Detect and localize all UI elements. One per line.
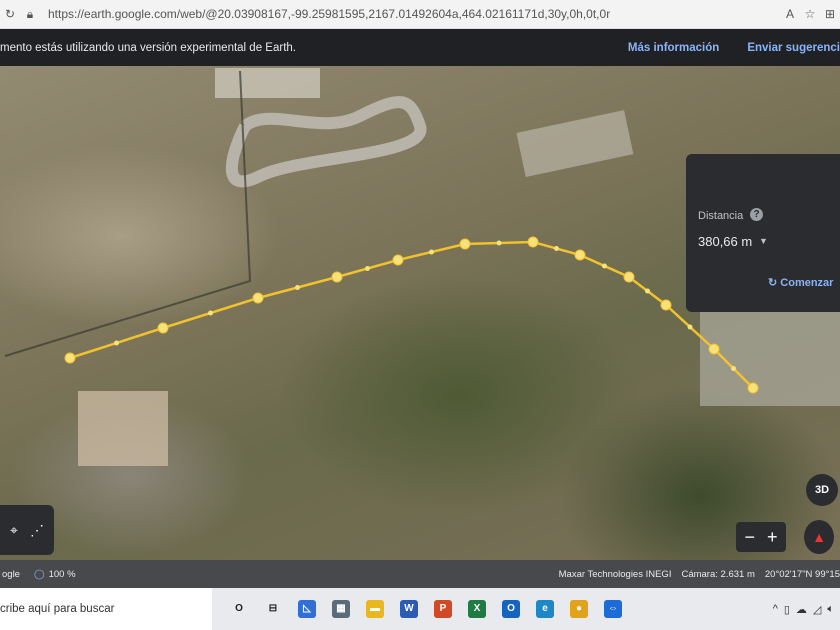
- taskbar-chrome[interactable]: ●: [562, 588, 596, 630]
- search-placeholder: cribe aquí para buscar: [0, 603, 115, 615]
- path-midpoint[interactable]: [731, 366, 736, 371]
- experimental-banner: mento estás utilizando una versión exper…: [0, 29, 840, 66]
- path-midpoint[interactable]: [208, 310, 213, 316]
- building-block: [516, 110, 634, 177]
- path-vertex[interactable]: [708, 343, 720, 355]
- camera-altitude: Cámara: 2.631 m: [681, 568, 755, 580]
- edge-icon: e: [536, 600, 554, 618]
- place-marker-icon[interactable]: ⌖: [10, 522, 18, 539]
- file-explorer-icon: ▬: [366, 600, 384, 618]
- banner-message: mento estás utilizando una versión exper…: [0, 41, 296, 54]
- path-vertex[interactable]: [459, 238, 471, 250]
- path-vertex[interactable]: [623, 271, 635, 283]
- tray-icon[interactable]: ▯: [784, 603, 790, 616]
- building-roof: [78, 391, 168, 466]
- path-vertex[interactable]: [64, 352, 76, 364]
- more-info-link[interactable]: Más información: [628, 42, 719, 54]
- taskbar-search[interactable]: cribe aquí para buscar: [0, 588, 212, 630]
- path-vertex[interactable]: [747, 382, 759, 394]
- path-line[interactable]: [69, 240, 754, 389]
- taskbar-task-view[interactable]: ⊟: [256, 588, 290, 630]
- cortana-icon: O: [235, 603, 243, 614]
- unit-dropdown-icon[interactable]: ▼: [759, 236, 768, 246]
- path-vertex[interactable]: [574, 249, 586, 261]
- building-roofs: [215, 68, 320, 98]
- taskbar-excel[interactable]: X: [460, 588, 494, 630]
- taskbar-file-explorer[interactable]: ▬: [358, 588, 392, 630]
- path-midpoint[interactable]: [114, 340, 119, 346]
- outlook-icon: O: [502, 600, 520, 618]
- path-midpoint[interactable]: [602, 263, 607, 269]
- taskbar-powerpoint[interactable]: P: [426, 588, 460, 630]
- google-logo: ogle: [2, 568, 20, 580]
- dirt-track: [225, 96, 427, 188]
- path-vertex[interactable]: [527, 236, 539, 248]
- path-vertex[interactable]: [157, 322, 169, 334]
- word-icon: W: [400, 600, 418, 618]
- teamviewer-icon: ⇔: [604, 600, 622, 618]
- send-feedback-link[interactable]: Enviar sugerenci: [747, 42, 840, 54]
- measured-path[interactable]: [64, 236, 759, 394]
- help-icon[interactable]: ?: [750, 208, 763, 221]
- task-view-icon: ⊟: [268, 603, 278, 614]
- path-vertex[interactable]: [392, 254, 404, 266]
- compass-icon[interactable]: ▲: [804, 520, 834, 554]
- taskbar-paint[interactable]: ◺: [290, 588, 324, 630]
- path-midpoint[interactable]: [496, 240, 502, 246]
- taskbar-calculator[interactable]: ▦: [324, 588, 358, 630]
- distance-label: Distancia: [698, 210, 744, 222]
- network-icon[interactable]: ◿: [813, 603, 821, 616]
- path-midpoint[interactable]: [365, 266, 370, 271]
- collections-icon[interactable]: ⊞: [820, 7, 840, 21]
- tool-panel: ⌖ ⋰: [0, 505, 54, 555]
- attribution[interactable]: Maxar Technologies INEGI: [559, 569, 672, 580]
- toggle-3d-button[interactable]: 3D: [806, 474, 838, 506]
- loading-ring-icon: ◯: [33, 568, 45, 580]
- reload-icon[interactable]: ↻: [0, 7, 20, 21]
- path-midpoint[interactable]: [554, 246, 559, 251]
- taskbar-edge[interactable]: e: [528, 588, 562, 630]
- powerpoint-icon: P: [434, 600, 452, 618]
- path-vertex[interactable]: [331, 271, 343, 283]
- excel-icon: X: [468, 600, 486, 618]
- measure-icon[interactable]: ⋰: [30, 522, 44, 539]
- favorite-star-icon[interactable]: ☆: [800, 7, 820, 21]
- taskbar-outlook[interactable]: O: [494, 588, 528, 630]
- onedrive-icon[interactable]: ☁: [796, 603, 807, 616]
- chrome-icon: ●: [570, 600, 588, 618]
- coordinates: 20°02'17"N 99°15: [764, 568, 840, 580]
- restart-button[interactable]: ↻ Comenzar: [768, 276, 833, 289]
- satellite-map[interactable]: dobas Distancia ? 380,66 m ▼ ↻ Comenzar …: [0, 66, 840, 560]
- read-aloud-icon[interactable]: A: [780, 7, 800, 21]
- zoom-in-button[interactable]: +: [767, 527, 778, 548]
- path-midpoint[interactable]: [295, 285, 300, 290]
- status-bar: ogle ◯ 100 % Maxar Technologies INEGI Cá…: [0, 560, 840, 588]
- volume-icon[interactable]: 🔈︎: [827, 603, 834, 616]
- taskbar-teamviewer[interactable]: ⇔: [596, 588, 630, 630]
- path-midpoint[interactable]: [687, 324, 693, 330]
- path-midpoint[interactable]: [645, 288, 650, 294]
- browser-address-bar: ↻ 🔒︎ https://earth.google.com/web/@20.03…: [0, 0, 840, 29]
- tray-chevron-icon[interactable]: ^: [773, 603, 778, 616]
- taskbar-cortana[interactable]: O: [222, 588, 256, 630]
- restart-label: Comenzar: [780, 277, 834, 289]
- path-vertex[interactable]: [252, 292, 264, 304]
- zoom-controls: − +: [736, 522, 786, 552]
- taskbar-word[interactable]: W: [392, 588, 426, 630]
- lock-icon: 🔒︎: [26, 6, 34, 21]
- url-field[interactable]: https://earth.google.com/web/@20.0390816…: [48, 7, 780, 21]
- path-vertex[interactable]: [660, 299, 672, 311]
- calculator-icon: ▦: [332, 600, 350, 618]
- system-tray: ^ ▯ ☁ ◿ 🔈︎: [773, 603, 840, 616]
- paint-icon: ◺: [298, 600, 316, 618]
- windows-taskbar: cribe aquí para buscar O ⊟ ◺ ▦ ▬ W P X Oe ● ⇔ ^ ▯ …: [0, 588, 840, 630]
- distance-value: 380,66 m: [698, 234, 753, 249]
- path-midpoint[interactable]: [429, 249, 434, 255]
- map-overlay: dobas: [4, 68, 840, 466]
- zoom-percent: 100 %: [48, 568, 76, 580]
- restart-icon: ↻: [768, 277, 781, 289]
- measure-panel: Distancia ? 380,66 m ▼ ↻ Comenzar: [686, 154, 840, 312]
- zoom-out-button[interactable]: −: [744, 527, 755, 548]
